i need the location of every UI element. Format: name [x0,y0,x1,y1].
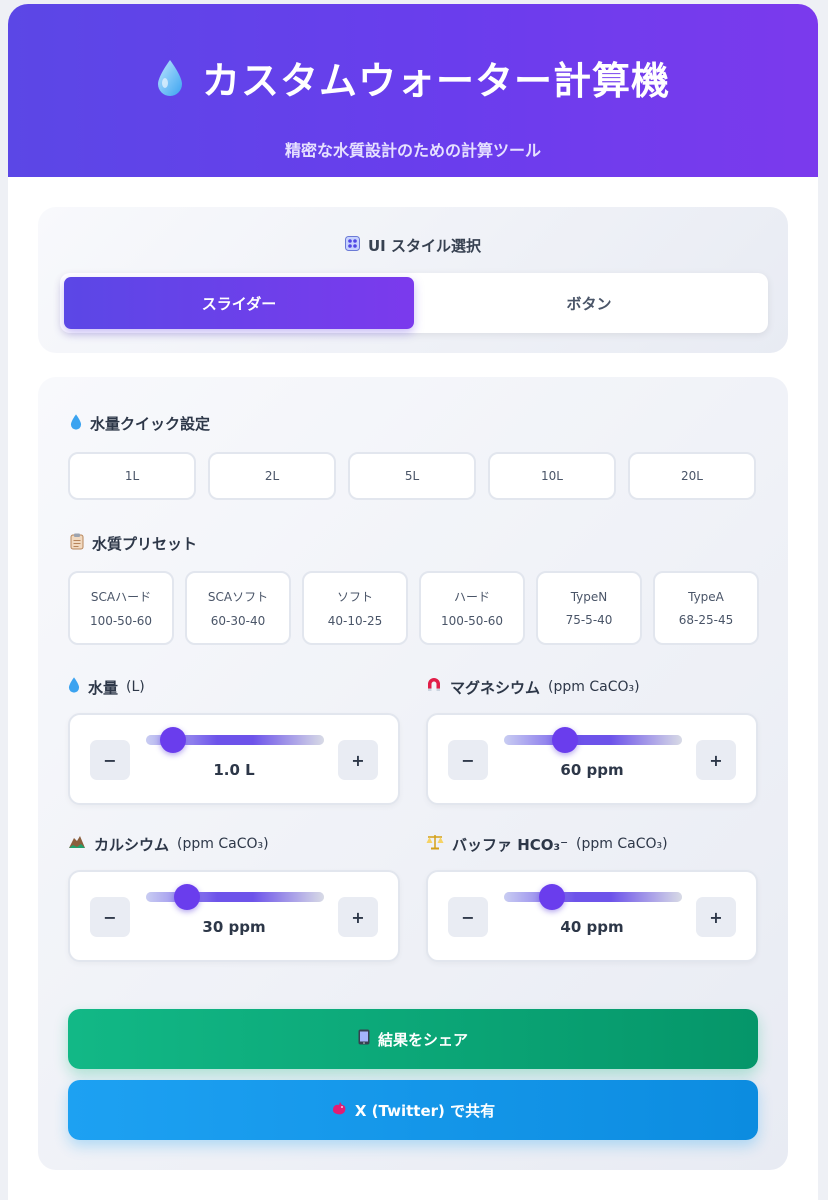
preset-type-a[interactable]: TypeA 68-25-45 [653,571,759,645]
preset-sca-hard[interactable]: SCAハード 100-50-60 [68,571,174,645]
calcium-control: − 30 ppm + [68,870,400,962]
preset-name: SCAソフト [207,590,269,604]
volume-2l-button[interactable]: 2L [208,452,336,500]
preset-name: TypeN [570,589,608,604]
balance-scale-icon [426,834,444,854]
water-drop-icon [68,677,80,697]
header: カスタムウォーター計算機 精密な水質設計のための計算ツール [8,4,818,177]
volume-control: − 1.0 L + [68,713,400,805]
quick-volume-buttons: 1L 2L 5L 10L 20L [68,452,756,500]
calcium-param: カルシウム (ppm CaCO₃) − 30 ppm + [68,834,400,962]
quick-volume-heading: 水量クイック設定 [70,413,210,434]
buffer-slider-thumb[interactable] [539,884,566,910]
preset-name: ソフト [336,590,373,604]
magnesium-control: − 60 ppm + [426,713,758,805]
preset-value: 60-30-40 [210,614,266,628]
page-title: カスタムウォーター計算機 [201,59,670,103]
volume-slider-thumb[interactable] [159,727,186,753]
preset-value: 100-50-60 [440,614,504,628]
volume-label: 水量 (L) [68,677,400,697]
preset-buttons: SCAハード 100-50-60 SCAソフト 60-30-40 ソフト 40-… [68,571,759,645]
volume-20l-button[interactable]: 20L [628,452,756,500]
buffer-unit: (ppm CaCO₃) [576,836,668,852]
calcium-slider[interactable] [146,884,324,910]
volume-5l-button[interactable]: 5L [348,452,476,500]
ui-style-toggle: スライダー ボタン [60,273,768,333]
magnesium-slider-thumb[interactable] [551,727,578,753]
water-drop-icon [156,59,184,97]
volume-unit: (L) [126,679,145,695]
calcium-unit: (ppm CaCO₃) [177,836,269,852]
volume-slider[interactable] [146,727,324,753]
volume-label-text: 水量 [88,678,119,697]
volume-10l-button[interactable]: 10L [488,452,616,500]
share-twitter-button[interactable]: X (Twitter) で共有 [68,1080,758,1140]
ui-style-title: UI スタイル選択 [38,235,788,256]
presets-heading: 水質プリセット [70,533,197,554]
quick-volume-title: 水量クイック設定 [90,415,211,433]
volume-plus-button[interactable]: + [338,740,378,780]
magnesium-label-text: マグネシウム [450,678,541,697]
preset-value: 68-25-45 [678,612,734,627]
buffer-control: − 40 ppm + [426,870,758,962]
magnesium-param: マグネシウム (ppm CaCO₃) − 60 ppm + [426,677,758,805]
magnesium-plus-button[interactable]: + [696,740,736,780]
preset-soft[interactable]: ソフト 40-10-25 [302,571,408,645]
buffer-plus-button[interactable]: + [696,897,736,937]
magnesium-slider[interactable] [504,727,682,753]
buffer-param: バッファ HCO₃⁻ (ppm CaCO₃) − 40 ppm + [426,834,758,962]
preset-sca-soft[interactable]: SCAソフト 60-30-40 [185,571,291,645]
ui-style-title-text: UI スタイル選択 [368,237,481,255]
preset-name: TypeA [688,589,724,604]
preset-name: ハード [453,590,490,604]
buffer-label: バッファ HCO₃⁻ (ppm CaCO₃) [426,834,758,854]
buffer-label-text: バッファ HCO₃⁻ [452,835,569,854]
button-mode-button[interactable]: ボタン [414,277,764,329]
rock-icon [68,835,86,853]
calcium-label: カルシウム (ppm CaCO₃) [68,834,400,854]
control-knobs-icon [345,236,360,255]
calcium-label-text: カルシウム [94,835,170,854]
water-drop-icon [70,413,82,434]
magnet-icon [426,677,442,697]
presets-title: 水質プリセット [92,535,198,553]
calcium-slider-thumb[interactable] [173,884,200,910]
volume-1l-button[interactable]: 1L [68,452,196,500]
bird-icon [331,1101,347,1120]
slider-mode-button[interactable]: スライダー [64,277,414,329]
buffer-slider[interactable] [504,884,682,910]
magnesium-unit: (ppm CaCO₃) [548,679,640,695]
share-result-button[interactable]: 結果をシェア [68,1009,758,1069]
calcium-plus-button[interactable]: + [338,897,378,937]
calculator-card: 水量クイック設定 1L 2L 5L 10L 20L 水質プリセット SCAハード… [38,377,788,1170]
preset-name: SCAハード [90,590,152,604]
clipboard-icon [70,533,84,554]
page-subtitle: 精密な水質設計のための計算ツール [284,141,541,160]
preset-hard[interactable]: ハード 100-50-60 [419,571,525,645]
preset-value: 75-5-40 [565,612,613,627]
preset-value: 100-50-60 [89,614,153,628]
mobile-phone-icon [358,1029,370,1049]
preset-type-n[interactable]: TypeN 75-5-40 [536,571,642,645]
volume-param: 水量 (L) − 1.0 L + [68,677,400,805]
buffer-slider-fill [504,892,682,902]
ui-style-card: UI スタイル選択 スライダー ボタン [38,207,788,353]
magnesium-label: マグネシウム (ppm CaCO₃) [426,677,758,697]
preset-value: 40-10-25 [327,614,383,628]
app-window: カスタムウォーター計算機 精密な水質設計のための計算ツール UI スタイル選択 … [8,4,818,1200]
magnesium-slider-fill [504,735,682,745]
share-twitter-label: X (Twitter) で共有 [354,1101,496,1120]
title-row: カスタムウォーター計算機 [156,50,670,105]
calcium-slider-fill [146,892,324,902]
share-result-label: 結果をシェア [377,1030,468,1049]
